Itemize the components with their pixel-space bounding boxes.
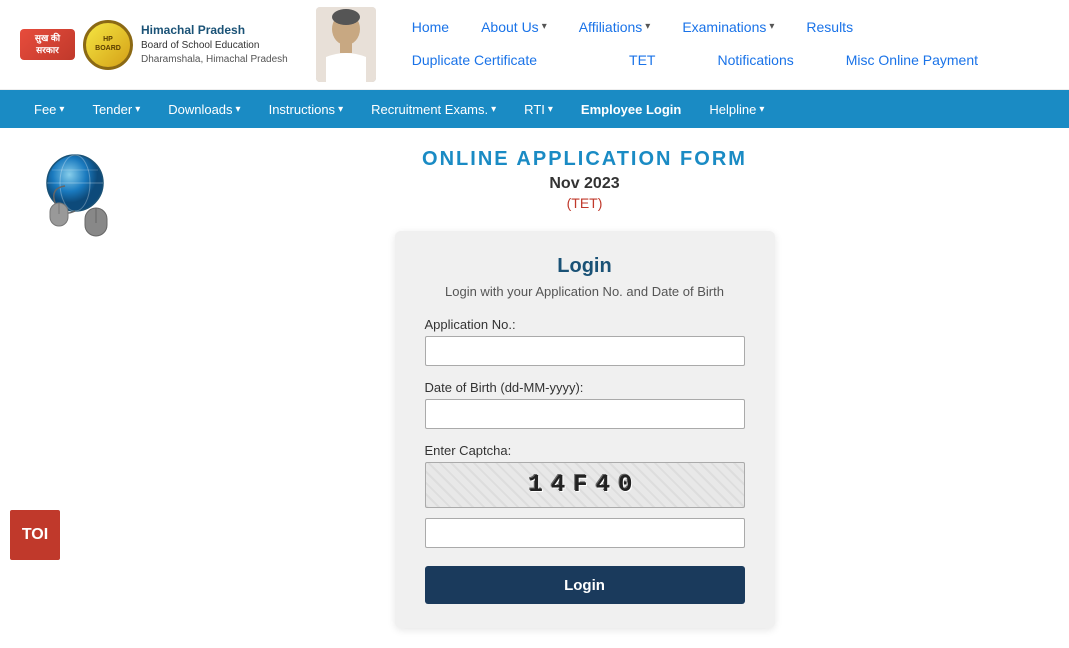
- app-no-input[interactable]: [425, 336, 745, 366]
- login-subtitle: Login with your Application No. and Date…: [425, 284, 745, 299]
- captcha-input[interactable]: [425, 518, 745, 548]
- top-nav-container: Home About Us ▾ Affiliations ▾ Examinati…: [376, 8, 1049, 82]
- globe-decoration: [30, 148, 120, 228]
- nav-home[interactable]: Home: [396, 13, 465, 41]
- nav-misc-payment[interactable]: Misc Online Payment: [830, 46, 994, 74]
- top-nav-row1: Home About Us ▾ Affiliations ▾ Examinati…: [376, 8, 1049, 46]
- form-date: Nov 2023: [549, 175, 619, 193]
- blue-nav-helpline[interactable]: Helpline ▾: [695, 94, 778, 125]
- blue-nav-rti[interactable]: RTI ▾: [510, 94, 567, 125]
- login-box: Login Login with your Application No. an…: [395, 231, 775, 628]
- logo-area: सुख की सरकार HPBOARD Himachal Pradesh Bo…: [20, 7, 376, 82]
- captcha-label: Enter Captcha:: [425, 443, 745, 458]
- blue-nav-instructions[interactable]: Instructions ▾: [255, 94, 358, 125]
- blue-nav-tender[interactable]: Tender ▾: [78, 94, 154, 125]
- about-us-arrow: ▾: [542, 21, 547, 32]
- form-title: ONLINE APPLICATION FORM: [422, 148, 747, 171]
- nav-tet[interactable]: TET: [613, 46, 671, 74]
- affiliations-arrow: ▾: [645, 21, 650, 32]
- captcha-image: 14F40: [425, 462, 745, 508]
- blue-nav-recruitment[interactable]: Recruitment Exams. ▾: [357, 94, 510, 125]
- org-name-block: Himachal Pradesh Board of School Educati…: [141, 22, 288, 67]
- org-line2: Board of School Education: [141, 39, 288, 53]
- nav-notifications[interactable]: Notifications: [701, 46, 809, 74]
- blue-nav-employee-login[interactable]: Employee Login: [567, 94, 695, 125]
- center-content: ONLINE APPLICATION FORM Nov 2023 (TET) L…: [150, 138, 1019, 638]
- hp-board-logo: HPBOARD: [83, 20, 133, 70]
- main-content: ONLINE APPLICATION FORM Nov 2023 (TET) L…: [0, 128, 1069, 648]
- fee-arrow: ▾: [59, 104, 64, 115]
- nav-examinations[interactable]: Examinations ▾: [666, 13, 790, 41]
- right-side: [1019, 138, 1069, 638]
- dob-label: Date of Birth (dd-MM-yyyy):: [425, 380, 745, 395]
- nav-duplicate-certificate[interactable]: Duplicate Certificate: [396, 46, 553, 74]
- rti-arrow: ▾: [548, 104, 553, 115]
- person-image: [316, 7, 376, 82]
- login-title: Login: [425, 255, 745, 278]
- blue-nav-bar: Fee ▾ Tender ▾ Downloads ▾ Instructions …: [0, 90, 1069, 128]
- blue-nav-downloads[interactable]: Downloads ▾: [154, 94, 254, 125]
- top-nav-row2: Duplicate Certificate TET Notifications …: [376, 46, 1049, 82]
- org-line3: Dharamshala, Himachal Pradesh: [141, 53, 288, 67]
- govt-logo: सुख की सरकार: [20, 29, 75, 60]
- toi-badge[interactable]: TOI: [10, 510, 60, 560]
- page-header: सुख की सरकार HPBOARD Himachal Pradesh Bo…: [0, 0, 1069, 90]
- nav-affiliations[interactable]: Affiliations ▾: [563, 13, 667, 41]
- examinations-arrow: ▾: [769, 21, 774, 32]
- dob-input[interactable]: [425, 399, 745, 429]
- nav-about-us[interactable]: About Us ▾: [465, 13, 563, 41]
- org-name: Himachal Pradesh: [141, 22, 288, 39]
- helpline-arrow: ▾: [759, 104, 764, 115]
- recruitment-arrow: ▾: [491, 104, 496, 115]
- login-button[interactable]: Login: [425, 566, 745, 604]
- instructions-arrow: ▾: [338, 104, 343, 115]
- blue-nav-fee[interactable]: Fee ▾: [20, 94, 78, 125]
- left-decoration: [0, 138, 150, 638]
- tender-arrow: ▾: [135, 104, 140, 115]
- downloads-arrow: ▾: [236, 104, 241, 115]
- form-type: (TET): [567, 195, 603, 211]
- nav-results[interactable]: Results: [790, 13, 869, 41]
- app-no-label: Application No.:: [425, 317, 745, 332]
